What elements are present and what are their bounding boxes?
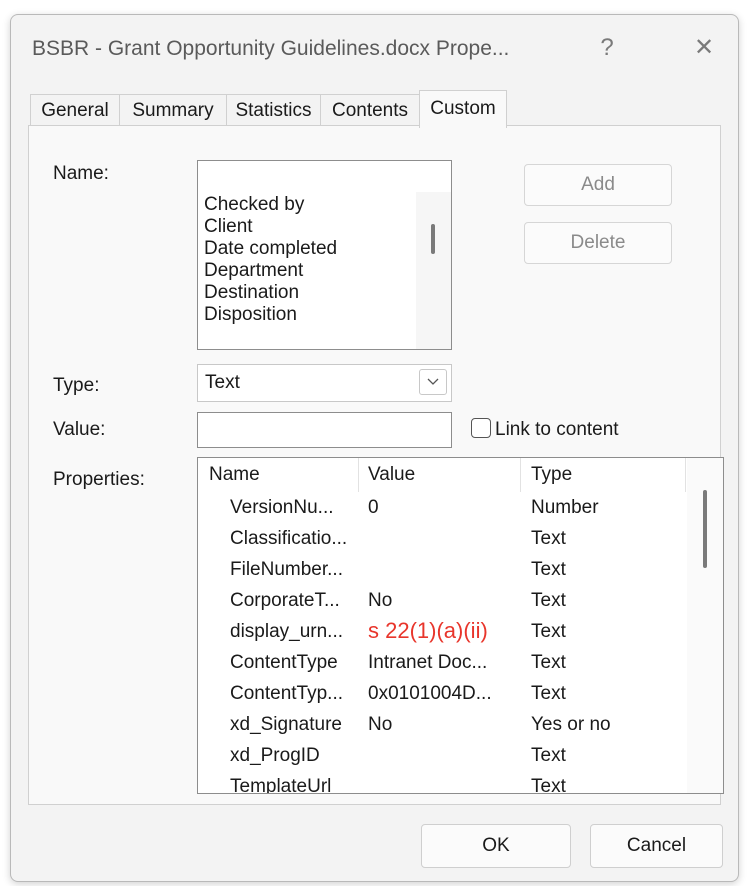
property-type: Text [531, 559, 566, 580]
table-row[interactable]: CorporateT... No Text [198, 588, 688, 619]
property-value: 0x0101004D... [368, 683, 492, 704]
table-row[interactable]: display_urn... s 22(1)(a)(ii) Text [198, 618, 688, 650]
list-item[interactable]: Department [204, 260, 303, 282]
delete-button[interactable]: Delete [524, 222, 672, 264]
title-bar[interactable]: BSBR - Grant Opportunity Guidelines.docx… [11, 15, 738, 85]
name-suggestion-list[interactable]: Checked by Client Date completed Departm… [197, 192, 452, 350]
cancel-button[interactable]: Cancel [590, 824, 723, 868]
property-type: Text [531, 776, 566, 794]
property-value: No [368, 590, 393, 611]
name-label: Name: [53, 163, 109, 184]
value-input[interactable] [197, 412, 452, 448]
chevron-down-icon[interactable] [419, 369, 447, 395]
property-name: TemplateUrl [230, 776, 332, 794]
table-row[interactable]: xd_ProgID Text [198, 743, 688, 774]
property-name: xd_ProgID [230, 745, 320, 766]
ok-button[interactable]: OK [421, 824, 571, 868]
properties-table[interactable]: Name Value Type VersionNu... 0 Number Cl… [197, 457, 724, 794]
table-row[interactable]: Classificatio... Text [198, 526, 688, 557]
redaction-marker: s 22(1)(a)(ii) [368, 618, 488, 643]
property-type: Text [531, 590, 566, 611]
property-value: No [368, 714, 393, 735]
property-type: Text [531, 745, 566, 766]
property-type: Text [531, 528, 566, 549]
table-row[interactable]: VersionNu... 0 Number [198, 495, 688, 526]
table-row[interactable]: xd_Signature No Yes or no [198, 712, 688, 743]
properties-label: Properties: [53, 469, 145, 490]
link-to-content-checkbox[interactable] [471, 418, 491, 438]
table-row[interactable]: ContentType Intranet Doc... Text [198, 650, 688, 681]
dialog-title: BSBR - Grant Opportunity Guidelines.docx… [32, 37, 510, 60]
property-name: CorporateT... [230, 590, 340, 611]
properties-scrollbar[interactable] [687, 458, 723, 793]
close-button[interactable]: ✕ [684, 33, 724, 63]
tab-statistics[interactable]: Statistics [226, 94, 321, 126]
property-type: Yes or no [531, 714, 611, 735]
help-button[interactable]: ? [587, 33, 627, 63]
list-item[interactable]: Date completed [204, 238, 337, 260]
list-item[interactable]: Destination [204, 282, 299, 304]
property-name: display_urn... [230, 621, 344, 642]
type-label: Type: [53, 375, 100, 396]
property-name: VersionNu... [230, 497, 334, 518]
property-name: ContentType [230, 652, 338, 673]
table-row[interactable]: ContentTyp... 0x0101004D... Text [198, 681, 688, 712]
table-row[interactable]: TemplateUrl Text [198, 774, 688, 794]
list-item[interactable]: Disposition [204, 304, 297, 326]
property-type: Text [531, 683, 566, 704]
name-input[interactable] [197, 160, 452, 194]
properties-scroll-thumb[interactable] [703, 490, 707, 568]
properties-dialog: BSBR - Grant Opportunity Guidelines.docx… [10, 14, 739, 882]
custom-tab-panel: Name: Checked by Client Date completed D… [28, 125, 724, 805]
column-header-value[interactable]: Value [368, 464, 415, 486]
property-name: Classificatio... [230, 528, 348, 549]
property-name: ContentTyp... [230, 683, 344, 704]
property-type: Number [531, 497, 599, 518]
name-list-scroll-thumb[interactable] [431, 224, 435, 254]
column-divider[interactable] [685, 458, 686, 492]
column-divider[interactable] [520, 458, 521, 492]
column-header-type[interactable]: Type [531, 464, 572, 486]
column-header-name[interactable]: Name [209, 464, 260, 486]
column-divider[interactable] [358, 458, 359, 492]
type-select-value: Text [205, 372, 240, 393]
tab-custom[interactable]: Custom [419, 90, 507, 128]
tab-contents[interactable]: Contents [320, 94, 420, 126]
table-row[interactable]: FileNumber... Text [198, 557, 688, 588]
value-label: Value: [53, 419, 106, 440]
tab-general[interactable]: General [30, 94, 120, 126]
property-type: Text [531, 652, 566, 673]
list-item[interactable]: Checked by [204, 194, 304, 216]
list-item[interactable]: Client [204, 216, 253, 238]
property-name: xd_Signature [230, 714, 342, 735]
property-type: Text [531, 621, 566, 642]
name-list-scrollbar[interactable] [416, 192, 451, 349]
property-name: FileNumber... [230, 559, 343, 580]
property-value: Intranet Doc... [368, 652, 488, 673]
property-value: 0 [368, 497, 379, 518]
type-select[interactable]: Text [197, 364, 452, 402]
link-to-content-label: Link to content [495, 419, 619, 440]
add-button[interactable]: Add [524, 164, 672, 206]
tab-summary[interactable]: Summary [119, 94, 227, 126]
